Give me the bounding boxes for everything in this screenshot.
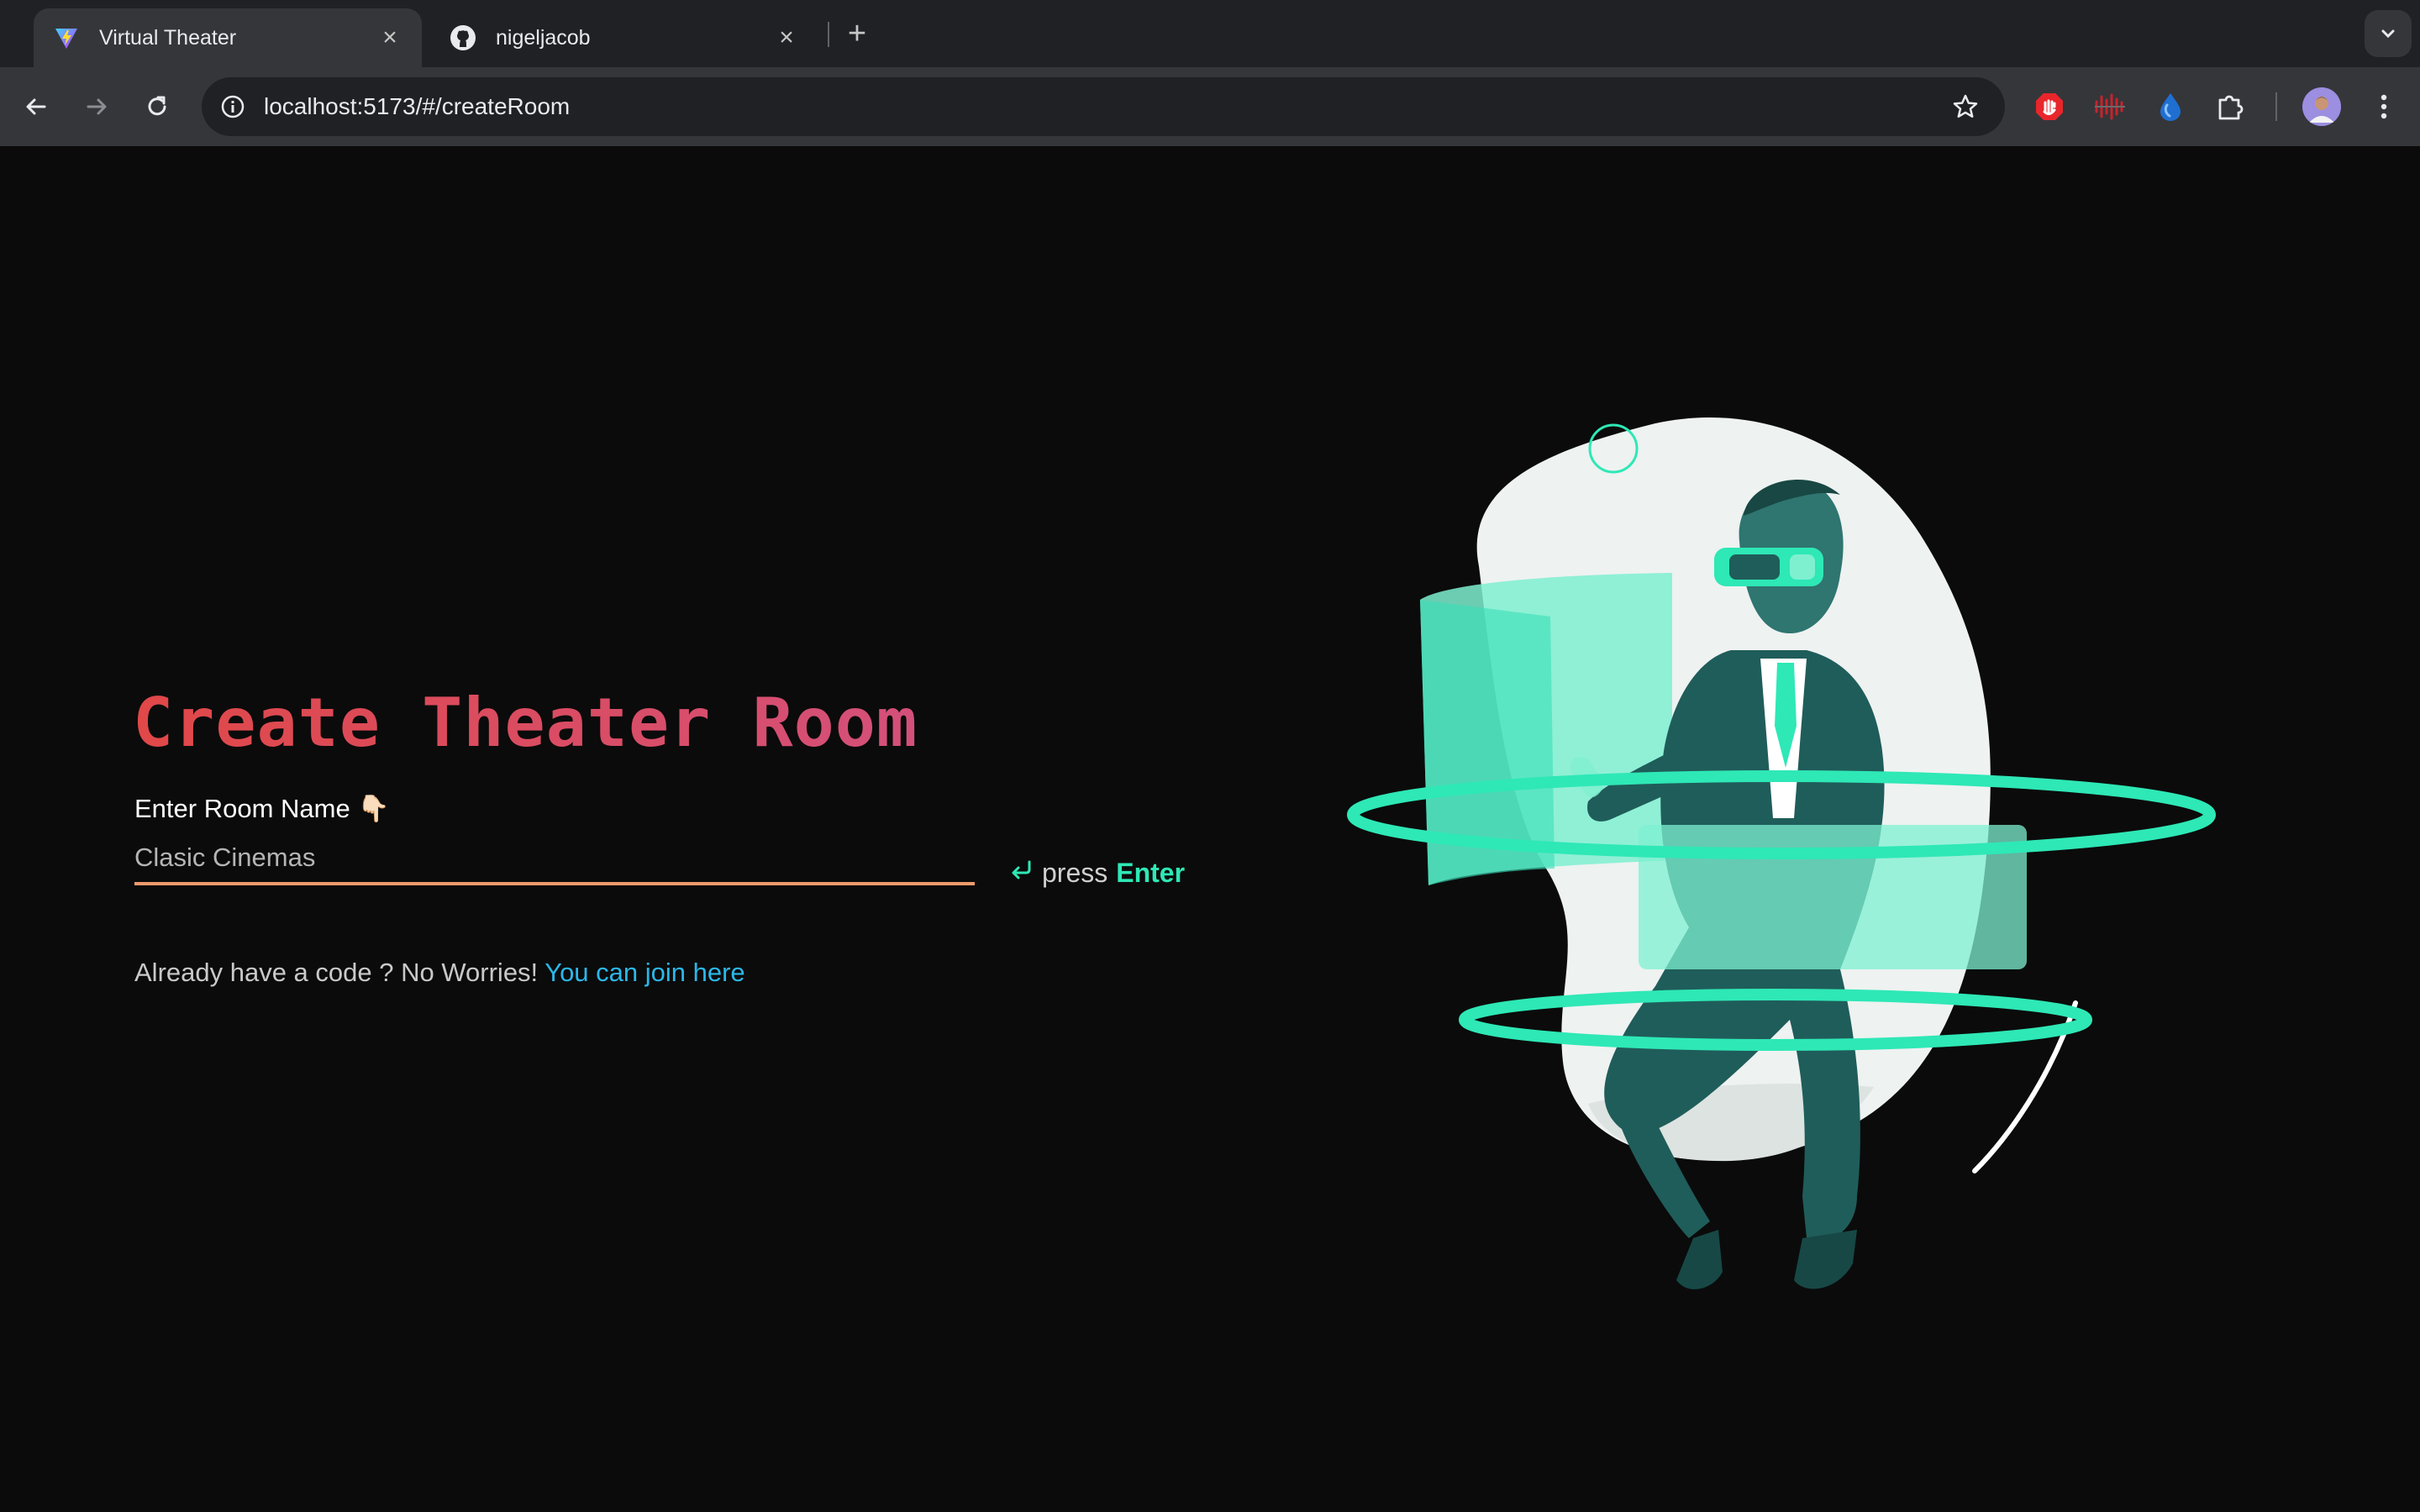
- tab-search-icon[interactable]: [2365, 10, 2412, 57]
- browser-menu-icon[interactable]: [2365, 87, 2403, 126]
- reload-icon[interactable]: [138, 87, 176, 126]
- page-content: Create Theater Room Enter Room Name 👇🏻 A…: [0, 146, 2420, 1512]
- adblock-icon[interactable]: [2030, 87, 2069, 126]
- press-enter-hint: press Enter: [1008, 857, 1185, 889]
- close-tab-icon[interactable]: ×: [376, 24, 403, 51]
- close-tab-icon[interactable]: ×: [773, 24, 800, 51]
- tab-strip: Virtual Theater × nigeljacob × +: [0, 0, 2420, 67]
- site-info-icon[interactable]: [213, 87, 252, 126]
- puzzle-icon[interactable]: [2212, 87, 2250, 126]
- tab-nigeljacob[interactable]: nigeljacob ×: [430, 8, 818, 67]
- browser-toolbar: localhost:5173/#/createRoom: [0, 67, 2420, 146]
- vite-icon: [52, 24, 81, 52]
- room-name-input[interactable]: [134, 833, 975, 885]
- press-text: press: [1042, 857, 1108, 888]
- tab-virtual-theater[interactable]: Virtual Theater ×: [34, 8, 422, 67]
- forward-icon[interactable]: [77, 87, 116, 126]
- enter-return-icon: [1008, 857, 1034, 889]
- back-icon[interactable]: [17, 87, 55, 126]
- profile-avatar[interactable]: [2302, 87, 2341, 126]
- drop-icon[interactable]: [2151, 87, 2190, 126]
- vr-person-illustration: [1347, 417, 2216, 1289]
- tab-title: Virtual Theater: [99, 25, 237, 50]
- room-name-label: Enter Room Name 👇🏻: [134, 794, 390, 823]
- url-text[interactable]: localhost:5173/#/createRoom: [264, 77, 570, 136]
- tab-separator: [828, 22, 829, 47]
- join-room-link[interactable]: You can join here: [544, 958, 744, 987]
- join-prompt-text: Already have a code ? No Worries!: [134, 958, 539, 987]
- bookmark-star-icon[interactable]: [1946, 87, 1985, 126]
- enter-key-label: Enter: [1116, 857, 1186, 888]
- new-tab-icon[interactable]: +: [840, 16, 874, 51]
- join-prompt: Already have a code ? No Worries! You ca…: [134, 958, 745, 988]
- audio-wave-icon[interactable]: [2091, 87, 2129, 126]
- github-icon: [449, 24, 477, 52]
- address-bar[interactable]: localhost:5173/#/createRoom: [202, 77, 2005, 136]
- page-title: Create Theater Room: [133, 684, 918, 762]
- toolbar-separator: [2275, 92, 2277, 121]
- tab-title: nigeljacob: [496, 25, 591, 50]
